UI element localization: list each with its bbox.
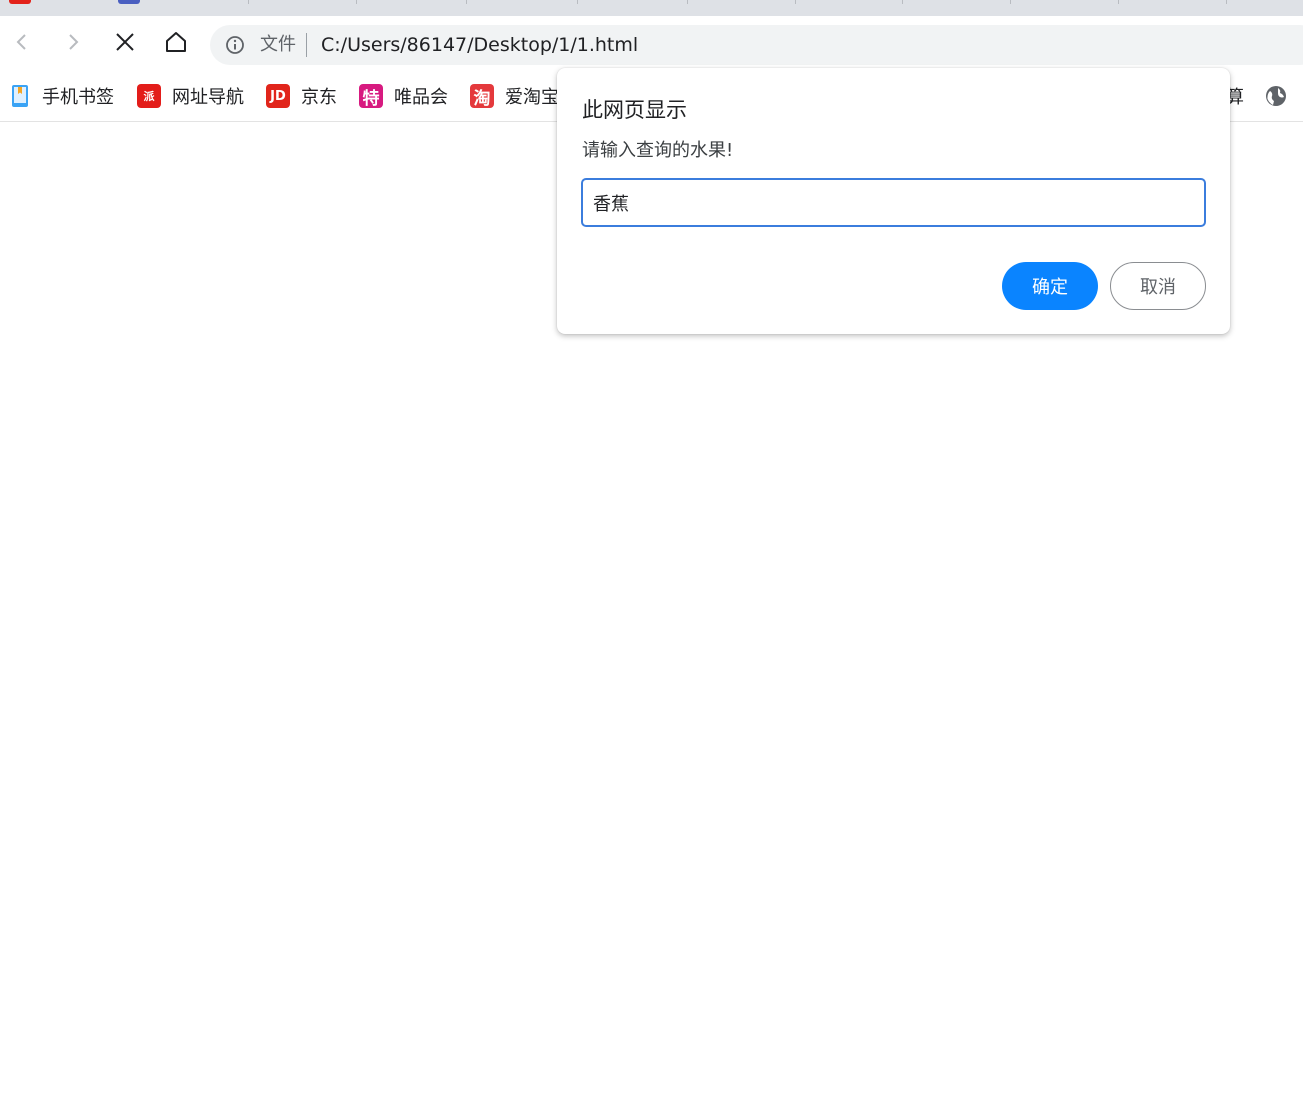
chip-divider xyxy=(306,33,307,57)
home-button[interactable] xyxy=(158,24,194,60)
tab-divider xyxy=(1118,0,1119,4)
tab-divider xyxy=(687,0,688,4)
url-text[interactable]: C:/Users/86147/Desktop/1/1.html xyxy=(321,34,638,56)
prompt-dialog: 此网页显示 请输入查询的水果! 确定 取消 xyxy=(557,68,1230,334)
bookmark-item[interactable] xyxy=(1265,82,1287,110)
taobao-icon: 淘 xyxy=(470,84,494,109)
tab-divider xyxy=(1010,0,1011,4)
bookmark-item[interactable]: 特 唯品会 xyxy=(359,82,448,110)
tab-divider xyxy=(248,0,249,4)
ok-button[interactable]: 确定 xyxy=(1002,262,1098,310)
bookmark-label: 手机书签 xyxy=(42,87,114,108)
browser-toolbar: 文件 C:/Users/86147/Desktop/1/1.html xyxy=(0,16,1303,74)
dialog-message: 请输入查询的水果! xyxy=(582,140,734,161)
bookmark-label: 网址导航 xyxy=(172,87,244,108)
cancel-button[interactable]: 取消 xyxy=(1110,262,1206,310)
info-icon[interactable] xyxy=(225,35,245,55)
phone-bookmark-icon xyxy=(9,84,31,108)
forward-arrow-icon xyxy=(69,34,79,50)
tab-divider xyxy=(1226,0,1227,4)
bookmark-item[interactable]: 手机书签 xyxy=(9,82,114,110)
bookmark-label: 爱淘宝 xyxy=(505,87,559,108)
back-arrow-icon xyxy=(16,34,26,50)
stop-loading-button[interactable] xyxy=(107,24,143,60)
jd-icon: JD xyxy=(266,84,290,108)
bookmark-item[interactable]: 淘 爱淘宝 xyxy=(470,82,559,110)
back-button[interactable] xyxy=(4,24,40,60)
tab-strip xyxy=(0,0,1303,16)
tab-divider xyxy=(356,0,357,4)
prompt-input[interactable] xyxy=(581,178,1206,227)
globe-icon xyxy=(1266,86,1286,106)
bookmark-item[interactable]: 派 网址导航 xyxy=(137,82,244,110)
tab-divider xyxy=(902,0,903,4)
bookmark-item[interactable]: JD 京东 xyxy=(266,82,337,110)
nav-site-icon: 派 xyxy=(137,84,161,108)
tab-favicon[interactable] xyxy=(9,0,31,4)
address-bar[interactable]: 文件 C:/Users/86147/Desktop/1/1.html xyxy=(210,25,1303,65)
tab-divider xyxy=(577,0,578,4)
bookmark-label: 京东 xyxy=(301,87,337,108)
tab-favicon[interactable] xyxy=(118,0,140,4)
close-icon xyxy=(116,33,134,51)
tab-divider xyxy=(795,0,796,4)
home-icon xyxy=(166,32,186,52)
scheme-chip[interactable]: 文件 xyxy=(260,34,296,56)
dialog-title: 此网页显示 xyxy=(582,98,687,122)
tab-divider xyxy=(466,0,467,4)
vip-icon: 特 xyxy=(359,84,383,109)
forward-button[interactable] xyxy=(55,24,91,60)
bookmark-label: 唯品会 xyxy=(394,87,448,108)
